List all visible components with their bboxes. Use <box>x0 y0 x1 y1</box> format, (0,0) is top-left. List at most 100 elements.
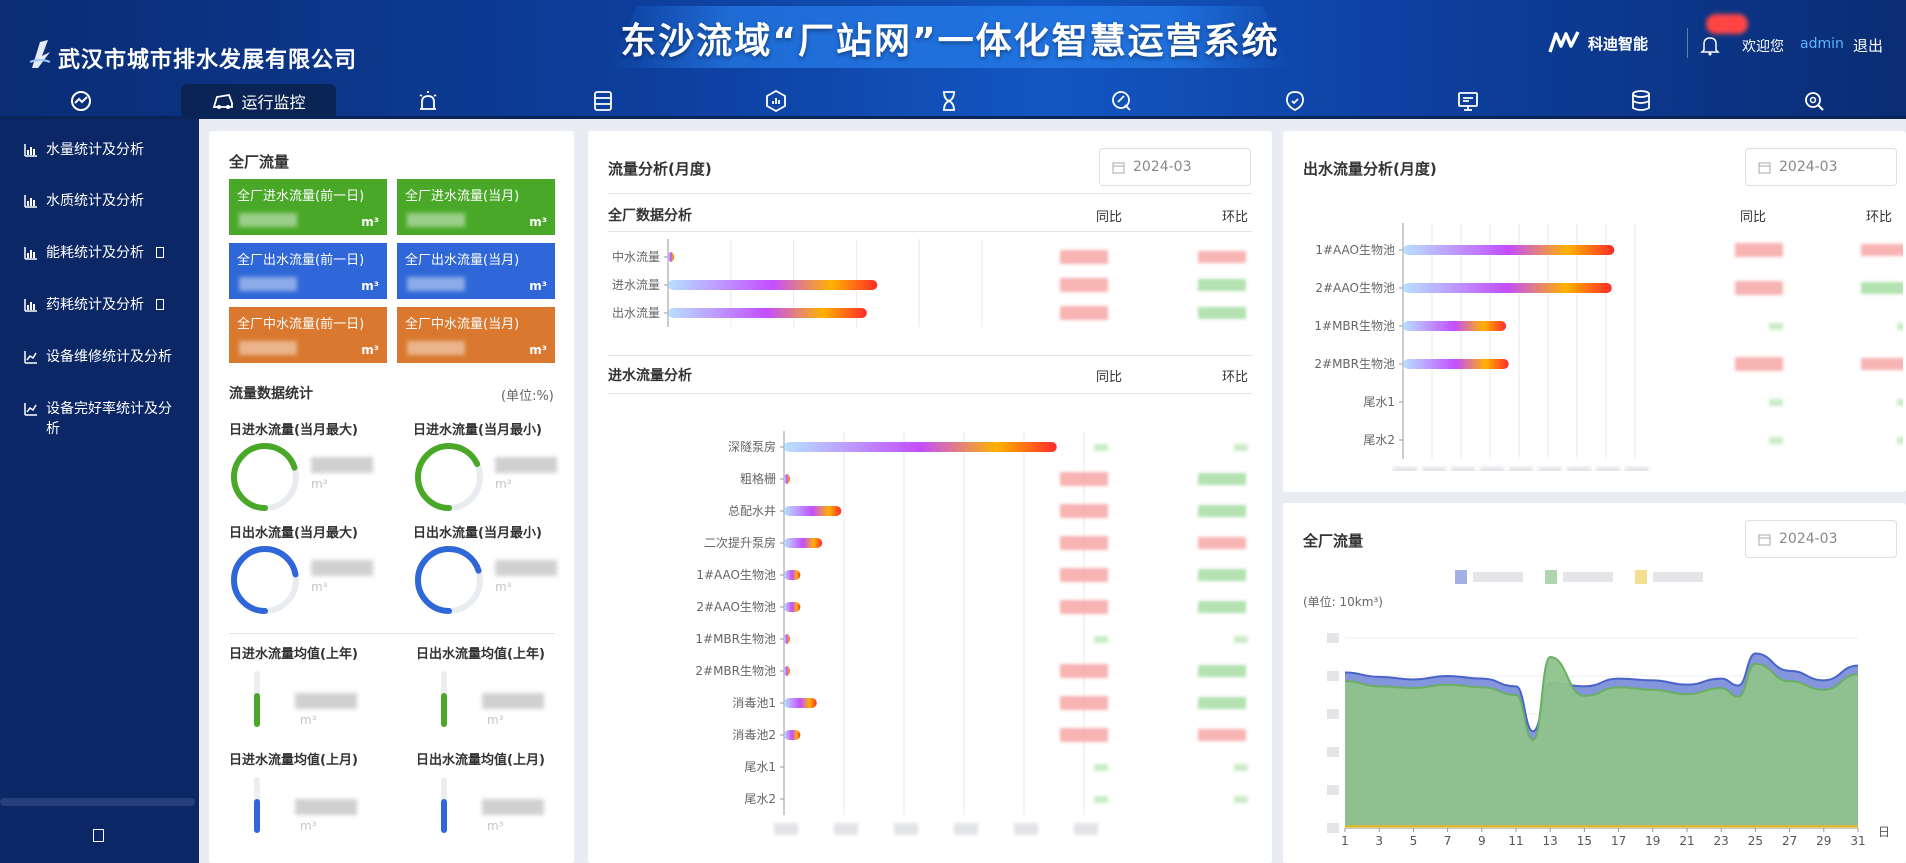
category-label: 进水流量 <box>612 278 660 292</box>
inflow-bar-chart: 深隧泵房粗格栅总配水井二次提升泵房 1#AAO生物池 2#AAO生物池 1#MBR生物… <box>695 431 1248 835</box>
category-label: 消毒池1 <box>732 696 776 710</box>
sidebar-item-label: 水质统计及分析 <box>46 193 144 209</box>
flow-date-picker[interactable]: 2024-03 <box>1099 148 1251 186</box>
outflow-date-picker[interactable]: 2024-03 <box>1745 148 1897 186</box>
bar <box>784 442 1057 452</box>
nav-server[interactable] <box>522 84 684 118</box>
average-label: 日出水流量均值(上年) <box>416 647 545 662</box>
nav-search-settings[interactable] <box>1733 84 1895 118</box>
nav-dashboard[interactable] <box>0 84 162 118</box>
ring-gauge <box>231 546 299 614</box>
average-label: 日进水流量均值(上月) <box>229 753 358 768</box>
sidebar-item-water-volume[interactable]: 水量统计及分析 <box>24 140 184 160</box>
nav-alarm[interactable] <box>347 84 509 118</box>
x-tick-label <box>1074 823 1098 835</box>
flow-stat-label: 全厂出水流量(前一日) <box>237 253 365 268</box>
brand-logo: 科迪智能 <box>1548 30 1648 56</box>
chart-icon <box>24 299 37 312</box>
calendar-icon <box>1758 534 1771 545</box>
category-label: 尾水2 <box>1363 433 1395 447</box>
category-label: 粗格栅 <box>740 471 776 486</box>
x-tick-label: 17 <box>1611 834 1626 848</box>
nav-database[interactable] <box>1560 84 1722 118</box>
mom-value <box>1198 569 1246 581</box>
yoy-value <box>1094 796 1108 803</box>
category-label: 二次提升泵房 <box>704 535 776 550</box>
mom-value <box>1234 444 1248 451</box>
sidebar-item-water-quality[interactable]: 水质统计及分析 <box>24 191 184 211</box>
yoy-value <box>1094 764 1108 771</box>
flow-stat-card[interactable]: 全厂中水流量(前一日) m³ <box>229 307 387 363</box>
y-tick-label <box>1327 823 1339 833</box>
sidebar-item-energy[interactable]: 能耗统计及分析 <box>24 243 184 263</box>
bar <box>1403 321 1507 331</box>
flow-stat-value <box>239 341 297 355</box>
flow-stat-card[interactable]: 全厂出水流量(前一日) m³ <box>229 243 387 299</box>
sidebar-item-chemical[interactable]: 药耗统计及分析 <box>24 295 184 315</box>
x-tick-label <box>954 823 978 835</box>
average-bar-track <box>441 777 447 833</box>
flow-stat-card[interactable]: 全厂出水流量(当月) m³ <box>397 243 555 299</box>
gauge-value <box>311 457 373 473</box>
collapse-icon[interactable] <box>93 829 104 842</box>
yoy-value <box>1094 636 1108 643</box>
yoy-value <box>1060 250 1108 264</box>
outflow-bar-chart: 1#AAO生物池 2#AAO生物池 1#MBR生物池 2#MBR生物池尾水1 尾水2 <box>1314 223 1903 471</box>
average-bar-fill <box>441 693 447 727</box>
sidebar-item-label: 药耗统计及分析 <box>46 297 144 313</box>
yoy-value <box>1060 600 1108 614</box>
outflow-analysis-title: 出水流量分析(月度) <box>1303 160 1437 178</box>
gauge-label: 日出水流量(当月最小) <box>413 526 542 541</box>
bar <box>784 570 801 580</box>
mom-value <box>1234 796 1248 803</box>
bar <box>784 698 817 708</box>
nav-screen[interactable] <box>1387 84 1549 118</box>
system-title: 东沙流域“厂站网”一体化智慧运营系统 <box>620 21 1280 62</box>
nav-maintenance[interactable] <box>1041 84 1203 118</box>
category-label: 1#MBR生物池 <box>1314 319 1395 333</box>
username-link[interactable]: admin <box>1800 36 1844 52</box>
sidebar-item-equipment-repair[interactable]: 设备维修统计及分析 <box>24 347 184 367</box>
flow-stat-card[interactable]: 全厂中水流量(当月) m³ <box>397 307 555 363</box>
category-label: 2#MBR生物池 <box>1314 357 1395 371</box>
sidebar-scrollbar[interactable] <box>0 798 195 806</box>
category-label: 尾水1 <box>744 760 776 774</box>
flow-stat-card[interactable]: 全厂进水流量(当月) m³ <box>397 179 555 235</box>
average-bar-fill <box>254 799 260 833</box>
x-tick-label: 21 <box>1679 834 1694 848</box>
bar <box>784 666 790 676</box>
nav-runtime-monitor[interactable]: 运行监控 <box>181 84 336 118</box>
stats-title: 流量数据统计 <box>229 386 313 402</box>
nav-hourglass[interactable] <box>868 84 1030 118</box>
bar <box>668 308 867 318</box>
chart-icon <box>24 247 37 260</box>
x-tick-label <box>834 823 858 835</box>
flow-stat-card[interactable]: 全厂进水流量(前一日) m³ <box>229 179 387 235</box>
x-tick-label: 25 <box>1748 834 1763 848</box>
bar <box>1403 245 1615 255</box>
gauge-unit: m³ <box>495 580 512 594</box>
flow-stat-label: 全厂中水流量(当月) <box>405 317 520 332</box>
hourglass-icon <box>943 91 955 111</box>
bell-icon[interactable] <box>1698 34 1722 56</box>
y-tick-label <box>1327 709 1339 719</box>
average-value <box>482 799 544 815</box>
category-label: 中水流量 <box>612 249 660 264</box>
flow-stat-unit: m³ <box>361 343 379 357</box>
flow-analysis-panel: 流量分析(月度) 2024-03 全厂数据分析 同比 环比 中水流量 进水流量 出水… <box>588 131 1272 863</box>
nav-inspection[interactable] <box>1214 84 1376 118</box>
sidebar-item-equipment-intact[interactable]: 设备完好率统计及分析 <box>24 399 184 439</box>
avatar[interactable] <box>1706 14 1748 34</box>
bar <box>784 730 801 740</box>
logout-button[interactable]: 退出 <box>1853 35 1883 56</box>
nav-report[interactable] <box>695 84 857 118</box>
header-divider <box>1687 28 1688 58</box>
bar <box>784 506 842 516</box>
divider <box>608 355 1252 356</box>
yoy-header: 同比 <box>1096 370 1123 385</box>
date-value: 2024-03 <box>1779 531 1838 547</box>
total-date-picker[interactable]: 2024-03 <box>1745 520 1897 558</box>
yoy-value <box>1060 568 1108 582</box>
flow-stat-value <box>407 341 465 355</box>
bar <box>668 252 674 262</box>
